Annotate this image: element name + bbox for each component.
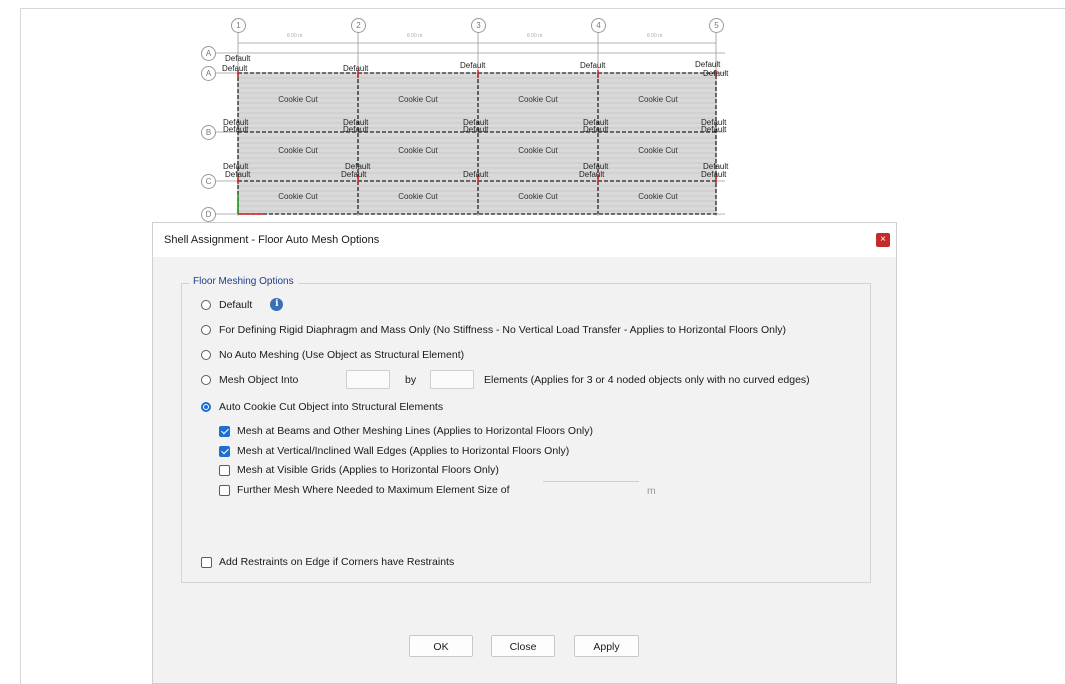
default-label: Default [580,61,606,70]
grid-bubble-row-b: B [201,125,216,140]
check-mesh-grids-label: Mesh at Visible Grids (Applies to Horizo… [237,464,499,476]
default-label: Default [223,125,249,134]
check-mesh-walls[interactable]: Mesh at Vertical/Inclined Wall Edges (Ap… [219,445,569,457]
default-label: Default [695,60,721,69]
check-further-mesh-label: Further Mesh Where Needed to Maximum Ele… [237,484,510,496]
option-rigid-diaphragm[interactable]: For Defining Rigid Diaphragm and Mass On… [201,324,786,336]
checkbox-further-mesh[interactable] [219,484,230,496]
cell-label: Cookie Cut [518,95,558,104]
dialog-title: Shell Assignment - Floor Auto Mesh Optio… [164,234,380,246]
dialog-titlebar[interactable]: Shell Assignment - Floor Auto Mesh Optio… [153,223,896,257]
check-add-restraints-label: Add Restraints on Edge if Corners have R… [219,556,455,568]
plan-canvas [213,30,725,216]
cell-label: Cookie Cut [278,192,318,201]
default-label: Default [225,170,251,179]
default-label: Default [222,64,248,73]
option-auto-cookie-cut[interactable]: Auto Cookie Cut Object into Structural E… [201,401,443,413]
radio-auto-cookie-cut[interactable] [201,402,211,412]
default-label: Default [463,170,489,179]
radio-mesh-object-into[interactable] [201,375,211,385]
unit-label: m [647,485,656,497]
elements-note: Elements (Applies for 3 or 4 noded objec… [484,374,810,386]
mesh-count-x-input[interactable] [346,370,390,389]
grid-bubble-row-d: D [201,207,216,222]
grid-bubble-row-a2: A [201,66,216,81]
close-button[interactable]: Close [491,635,555,657]
default-label: Default [701,170,727,179]
grid-bubble-row-c: C [201,174,216,189]
span-label-2: 8.00 m [407,33,423,39]
mesh-count-y-input[interactable] [430,370,474,389]
option-rigid-label: For Defining Rigid Diaphragm and Mass On… [219,324,787,336]
span-label-3: 8.00 m [527,33,543,39]
span-label-4: 8.00 m [647,33,663,39]
cell-label: Cookie Cut [278,95,318,104]
group-title: Floor Meshing Options [189,276,298,287]
check-mesh-grids[interactable]: Mesh at Visible Grids (Applies to Horizo… [219,464,499,476]
option-mesh-object-into[interactable]: Mesh Object Into [201,374,298,386]
cell-label: Cookie Cut [638,95,678,104]
span-label-1: 8.00 m [287,33,303,39]
cell-label: Cookie Cut [278,146,318,155]
default-label: Default [343,125,369,134]
option-auto-cookie-label: Auto Cookie Cut Object into Structural E… [219,401,444,413]
grid-bubble-1: 1 [231,18,246,33]
default-label: Default [703,69,729,78]
default-label: Default [225,54,251,63]
ok-button[interactable]: OK [409,635,473,657]
default-label: Default [343,64,369,73]
default-label: Default [463,125,489,134]
floor-auto-mesh-dialog: Shell Assignment - Floor Auto Mesh Optio… [152,222,897,684]
grid-bubble-4: 4 [591,18,606,33]
by-label: by [405,374,417,386]
option-default-label: Default [219,298,253,311]
checkbox-mesh-grids[interactable] [219,464,230,476]
close-icon[interactable]: × [876,233,890,247]
option-no-auto-label: No Auto Meshing (Use Object as Structura… [219,349,465,361]
option-no-auto-meshing[interactable]: No Auto Meshing (Use Object as Structura… [201,349,464,361]
cell-label: Cookie Cut [638,192,678,201]
check-further-mesh[interactable]: Further Mesh Where Needed to Maximum Ele… [219,484,510,496]
checkbox-mesh-walls[interactable] [219,445,230,457]
check-mesh-walls-label: Mesh at Vertical/Inclined Wall Edges (Ap… [237,445,570,457]
floor-plan-view[interactable]: 1 2 3 4 5 A A B C D 8.00 m 8.00 m 8.00 m… [195,8,735,223]
grid-bubble-3: 3 [471,18,486,33]
info-icon[interactable]: i [270,298,284,311]
radio-default[interactable] [201,299,211,310]
default-label: Default [341,170,367,179]
grid-bubble-row-a1: A [201,46,216,61]
check-mesh-beams-label: Mesh at Beams and Other Meshing Lines (A… [237,425,593,437]
checkbox-mesh-beams[interactable] [219,425,230,437]
radio-rigid-diaphragm[interactable] [201,325,211,335]
default-label: Default [701,125,727,134]
cell-label: Cookie Cut [398,192,438,201]
check-mesh-beams[interactable]: Mesh at Beams and Other Meshing Lines (A… [219,425,593,437]
cell-label: Cookie Cut [518,146,558,155]
max-element-size-input[interactable] [543,481,639,499]
grid-bubble-5: 5 [709,18,724,33]
option-mesh-into-label: Mesh Object Into [219,374,299,386]
cell-label: Cookie Cut [518,192,558,201]
default-label: Default [460,61,486,70]
apply-button[interactable]: Apply [574,635,639,657]
checkbox-add-restraints[interactable] [201,556,212,568]
cell-label: Cookie Cut [638,146,678,155]
grid-bubble-2: 2 [351,18,366,33]
option-default[interactable]: Default i [201,298,284,311]
default-label: Default [579,170,605,179]
default-label: Default [583,125,609,134]
cell-label: Cookie Cut [398,95,438,104]
radio-no-auto-meshing[interactable] [201,350,211,360]
cell-label: Cookie Cut [398,146,438,155]
check-add-restraints[interactable]: Add Restraints on Edge if Corners have R… [201,556,454,568]
